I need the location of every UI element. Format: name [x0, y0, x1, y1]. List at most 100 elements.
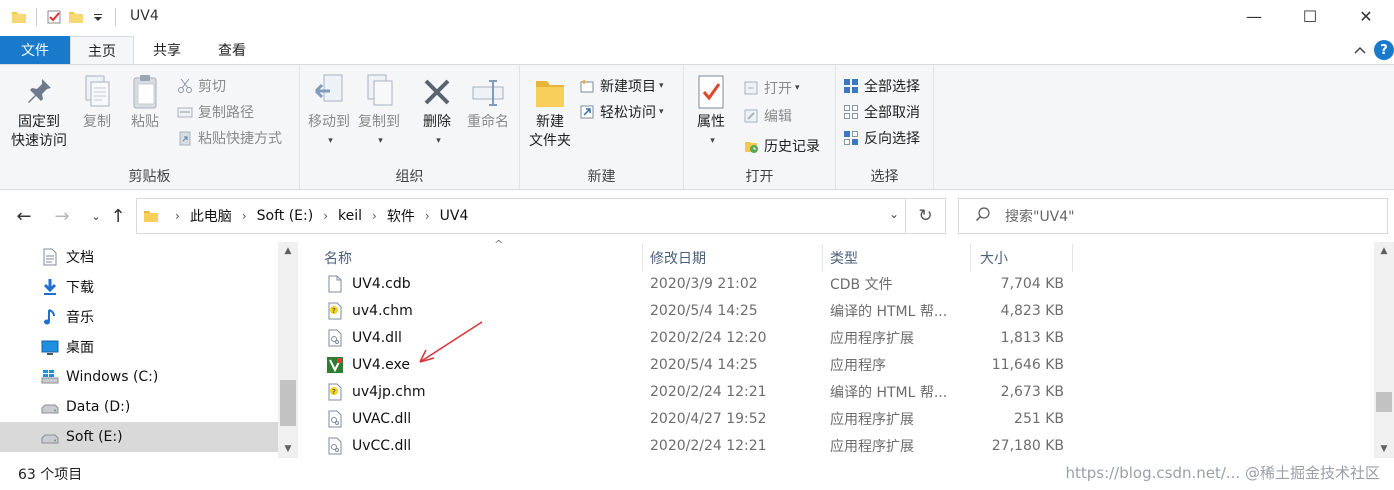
clipboard-group: 固定到 快速访问 复制 粘贴 剪切 复制路径 粘贴快捷方式 剪贴板 [0, 65, 300, 189]
delete-button[interactable]: 删除 ▾ [414, 73, 460, 151]
file-row[interactable]: UV4.cdb 2020/3/9 21:02 CDB 文件 7,704 KB [322, 270, 1374, 297]
pin-quick-access-button[interactable]: 固定到 快速访问 [6, 73, 72, 151]
file-list-pane: 名称 ^ 修改日期 类型 大小 UV4.cdb 2020/3/9 21:02 C… [298, 238, 1394, 459]
copy-path-button[interactable]: 复制路径 [176, 101, 254, 123]
paste-shortcut-label: 粘贴快捷方式 [198, 131, 282, 147]
chevron-right-icon[interactable]: › [372, 209, 377, 223]
nav-item-desktop[interactable]: 桌面 [0, 332, 278, 362]
ribbon-tab-row: 文件 主页 共享 查看 ? [0, 34, 1394, 64]
copy-to-button[interactable]: 复制到 ▾ [354, 73, 404, 151]
breadcrumb-this-pc[interactable]: 此电脑 [190, 206, 232, 226]
tab-share[interactable]: 共享 [136, 36, 198, 64]
column-divider[interactable] [970, 244, 971, 272]
pin-icon [21, 73, 57, 111]
scroll-up-arrow-icon[interactable]: ▲ [1374, 242, 1394, 260]
nav-item-soft-e[interactable]: Soft (E:) [0, 422, 278, 452]
file-name: UV4.exe [352, 356, 411, 373]
chevron-right-icon[interactable]: › [425, 209, 430, 223]
up-arrow-icon[interactable]: ↑ [106, 204, 130, 228]
select-none-button[interactable]: 全部取消 [842, 101, 920, 123]
easy-access-button[interactable]: 轻松访问 ▾ [578, 101, 664, 123]
breadcrumb-soft-drive[interactable]: Soft (E:) [257, 208, 314, 224]
breadcrumb-uv4[interactable]: UV4 [440, 208, 469, 224]
move-to-button[interactable]: 移动到 ▾ [304, 73, 354, 151]
nav-item-music[interactable]: 音乐 [0, 302, 278, 332]
cut-button[interactable]: 剪切 [176, 75, 226, 97]
nav-item-windows-c[interactable]: Windows (C:) [0, 362, 278, 392]
address-bar[interactable]: › 此电脑 › Soft (E:) › keil › 软件 › UV4 ⌄ [136, 198, 906, 234]
nav-item-documents[interactable]: 文档 [0, 242, 278, 272]
edit-button[interactable]: 编辑 [742, 105, 792, 127]
window-title: UV4 [130, 8, 159, 24]
column-divider[interactable] [822, 244, 823, 272]
nav-pane-scrollbar[interactable]: ▲ ▼ [278, 242, 298, 458]
copy-path-label: 复制路径 [198, 105, 254, 121]
nav-item-downloads[interactable]: 下载 [0, 272, 278, 302]
nav-item-data-d[interactable]: Data (D:) [0, 392, 278, 422]
new-folder-icon[interactable] [65, 6, 87, 28]
scrollbar-thumb[interactable] [280, 380, 296, 426]
properties-button[interactable]: 属性 ▾ [690, 73, 732, 151]
file-row[interactable]: UvCC.dll 2020/2/24 12:21 应用程序扩展 27,180 K… [322, 432, 1374, 459]
breadcrumb-software[interactable]: 软件 [387, 206, 415, 226]
navigation-pane: 文档 下载 音乐 桌面 Windows (C:) Data (D:) Soft … [0, 242, 298, 458]
new-item-button[interactable]: 新建项目 ▾ [578, 75, 664, 97]
tab-file[interactable]: 文件 [0, 36, 70, 64]
chevron-right-icon[interactable]: › [323, 209, 328, 223]
select-all-icon [842, 77, 860, 95]
new-folder-icon [532, 73, 568, 111]
open-group-label: 打开 [745, 169, 774, 185]
column-divider[interactable] [642, 244, 643, 272]
file-list-scrollbar[interactable]: ▲ ▼ [1374, 242, 1394, 458]
customize-toolbar-icon[interactable] [87, 6, 109, 28]
forward-arrow-icon[interactable]: → [50, 204, 74, 228]
minimize-button[interactable]: — [1226, 0, 1282, 32]
recent-locations-icon[interactable]: ⌄ [84, 204, 108, 228]
collapse-ribbon-icon[interactable] [1350, 40, 1370, 60]
properties-check-icon[interactable] [43, 6, 65, 28]
paste-button[interactable]: 粘贴 [122, 73, 168, 132]
history-button[interactable]: 历史记录 [742, 135, 820, 157]
select-all-button[interactable]: 全部选择 [842, 75, 920, 97]
help-icon[interactable]: ? [1374, 40, 1394, 60]
folder-icon [143, 208, 159, 224]
invert-selection-button[interactable]: 反向选择 [842, 127, 920, 149]
pin-label-1: 固定到 [18, 114, 60, 130]
file-name: uv4jp.chm [352, 383, 426, 400]
new-folder-button[interactable]: 新建 文件夹 [524, 73, 576, 151]
file-modified: 2020/2/24 12:21 [650, 437, 767, 454]
file-modified: 2020/2/24 12:21 [650, 383, 767, 400]
scissors-icon [176, 77, 194, 95]
chevron-right-icon[interactable]: › [242, 209, 247, 223]
file-row[interactable]: UVAC.dll 2020/4/27 19:52 应用程序扩展 251 KB [322, 405, 1374, 432]
scroll-down-arrow-icon[interactable]: ▼ [1374, 440, 1394, 458]
paste-shortcut-button[interactable]: 粘贴快捷方式 [176, 127, 282, 149]
column-divider[interactable] [1072, 244, 1073, 272]
file-size: 7,704 KB [1000, 275, 1064, 292]
new-folder-label-1: 新建 [536, 114, 564, 130]
tab-home[interactable]: 主页 [70, 36, 134, 64]
breadcrumb-keil[interactable]: keil [338, 208, 362, 224]
address-bar-row: ← → ⌄ ↑ › 此电脑 › Soft (E:) › keil › 软件 › … [0, 190, 1394, 242]
close-button[interactable]: ✕ [1338, 0, 1394, 32]
organize-group-label: 组织 [395, 169, 424, 185]
open-button[interactable]: 打开 ▾ [742, 77, 800, 99]
history-icon [742, 137, 760, 155]
back-arrow-icon[interactable]: ← [12, 204, 36, 228]
copy-button[interactable]: 复制 [74, 73, 120, 132]
rename-button[interactable]: 重命名 [462, 73, 514, 132]
file-row[interactable]: ? uv4jp.chm 2020/2/24 12:21 编译的 HTML 帮..… [322, 378, 1374, 405]
scroll-down-arrow-icon[interactable]: ▼ [278, 440, 298, 458]
file-type: 编译的 HTML 帮... [830, 303, 948, 320]
scroll-up-arrow-icon[interactable]: ▲ [278, 242, 298, 260]
documents-icon [40, 247, 60, 267]
scrollbar-thumb[interactable] [1376, 392, 1392, 412]
drive-icon [40, 427, 60, 447]
address-history-dropdown-icon[interactable]: ⌄ [889, 207, 899, 221]
search-input[interactable]: 搜索"UV4" [958, 198, 1388, 234]
nav-label: Soft (E:) [66, 429, 123, 445]
refresh-icon[interactable]: ↻ [906, 198, 946, 234]
tab-view[interactable]: 查看 [200, 36, 264, 64]
maximize-button[interactable]: ☐ [1282, 0, 1338, 32]
file-size: 2,673 KB [1000, 383, 1064, 400]
